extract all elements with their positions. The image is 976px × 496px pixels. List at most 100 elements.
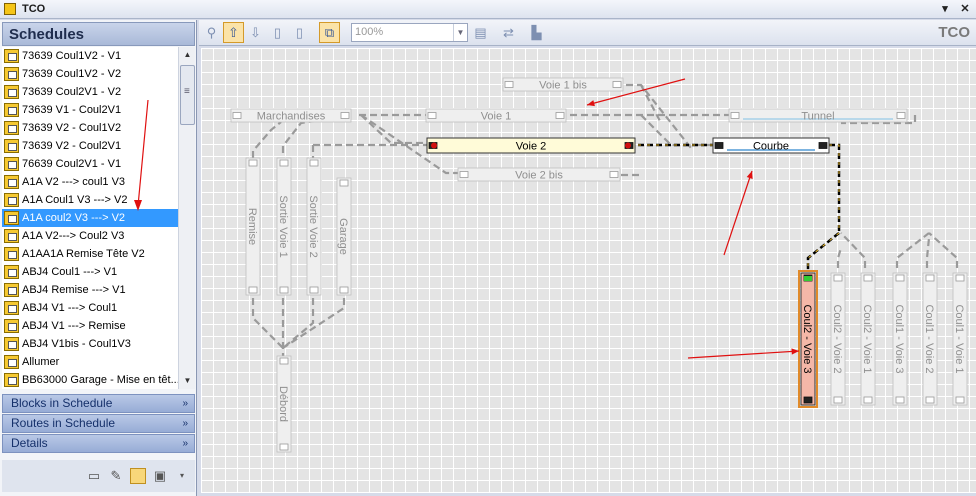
- block-label: Sortie Voie 1: [277, 195, 289, 257]
- block-voie2bis[interactable]: Voie 2 bis: [457, 167, 621, 182]
- block-coul1v1[interactable]: Coul1 - Voie 1: [952, 272, 968, 406]
- fit-icon[interactable]: ▤: [470, 22, 491, 43]
- factory-icon[interactable]: ▙: [526, 22, 547, 43]
- block-end-marker-icon: [612, 81, 622, 88]
- schedule-list-item[interactable]: ABJ4 Remise ---> V1: [2, 281, 178, 299]
- block-end-marker-icon: [833, 274, 843, 282]
- block-end-marker-icon: [248, 286, 258, 294]
- block-label: Coul2 - Voie 2: [831, 304, 843, 373]
- block-end-marker-icon: [925, 396, 935, 404]
- tco-pane: ⚲ ⇧ ⇩ ▯ ▯ ⧉ 100% ▼ ▤ ⇄ ▙ TCO Voie 1 bis M…: [199, 20, 976, 496]
- schedule-list-item[interactable]: BB63000 Garage - Mise en têt...: [2, 371, 178, 389]
- pencil-icon[interactable]: ✎: [108, 468, 124, 484]
- block-end-marker-icon: [925, 274, 935, 282]
- route-icon[interactable]: ⇄: [498, 22, 519, 43]
- chevron-down-icon[interactable]: »: [182, 415, 188, 432]
- routes-in-schedule-panel[interactable]: Routes in Schedule »: [2, 414, 195, 433]
- block-coul1v2[interactable]: Coul1 - Voie 2: [922, 272, 938, 406]
- block-small-icon[interactable]: ▯: [267, 22, 288, 43]
- track-segment: [840, 232, 867, 268]
- signal-red-icon: [431, 142, 437, 149]
- block-voie1[interactable]: Voie 1: [425, 108, 567, 123]
- block-label: Sortie Voie 2: [307, 195, 319, 257]
- block-end-marker-icon: [955, 396, 965, 404]
- track-segment: [895, 232, 930, 268]
- signal-red-icon: [625, 142, 631, 149]
- schedule-list-item[interactable]: ABJ4 Coul1 ---> V1: [2, 263, 178, 281]
- schedule-list-item-label: A1AA1A Remise Tête V2: [22, 248, 145, 260]
- block-coul1v3[interactable]: Coul1 - Voie 3: [892, 272, 908, 406]
- block-sortie2[interactable]: Sortie Voie 2: [306, 157, 322, 296]
- panel-toolbar: ▭ ✎ ▣ ▾: [2, 460, 195, 492]
- block-end-marker-icon: [896, 112, 906, 119]
- block-label: Courbe: [753, 141, 789, 153]
- schedule-list-item[interactable]: A1AA1A Remise Tête V2: [2, 245, 178, 263]
- locate-icon[interactable]: ⚲: [201, 22, 222, 43]
- active-route-track: [806, 232, 840, 270]
- block-end-marker-icon: [818, 142, 828, 149]
- details-panel[interactable]: Details »: [2, 434, 195, 453]
- blocks-in-schedule-panel[interactable]: Blocks in Schedule »: [2, 394, 195, 413]
- chevron-down-icon[interactable]: ▼: [453, 24, 467, 41]
- block-label: Débord: [277, 386, 289, 422]
- schedule-list-item-label: ABJ4 Remise ---> V1: [22, 284, 126, 296]
- block-label: Coul2 - Voie 1: [861, 304, 873, 373]
- details-label: Details: [11, 436, 48, 450]
- schedule-list-item[interactable]: ABJ4 V1 ---> Coul1: [2, 299, 178, 317]
- block-end-marker-icon: [279, 159, 289, 167]
- block-end-marker-icon: [730, 112, 740, 119]
- block-debord[interactable]: Débord: [276, 355, 292, 453]
- block-coul2v1[interactable]: Coul2 - Voie 1: [860, 272, 876, 406]
- schedule-annotation-arrow: [134, 99, 149, 211]
- block-tall-icon[interactable]: ▯: [289, 22, 310, 43]
- block-label: Coul2 - Voie 3: [801, 304, 813, 373]
- block-label: Voie 2: [516, 141, 547, 153]
- block-marchandises[interactable]: Marchandises: [230, 108, 352, 123]
- block-icon[interactable]: ▭: [86, 468, 102, 484]
- track-segment: [928, 232, 959, 268]
- block-end-marker-icon: [279, 443, 289, 451]
- block-voie1bis[interactable]: Voie 1 bis: [502, 77, 624, 92]
- schedule-icon[interactable]: [130, 468, 146, 484]
- active-route-highlight: [807, 232, 840, 270]
- close-button[interactable]: ✕: [958, 2, 972, 16]
- schedule-list-item[interactable]: Allumer: [2, 353, 178, 371]
- schedule-edit-icon[interactable]: ▣: [152, 468, 168, 484]
- block-end-marker-icon: [340, 112, 350, 119]
- network-icon[interactable]: ⧉: [319, 22, 340, 43]
- arrow-up-icon[interactable]: ⇧: [223, 22, 244, 43]
- pin-button[interactable]: ▾: [938, 2, 952, 16]
- block-label: Voie 1: [481, 111, 512, 123]
- block-coul2v2[interactable]: Coul2 - Voie 2: [830, 272, 846, 406]
- tco-label: TCO: [938, 24, 970, 41]
- arrow-down-icon[interactable]: ⇩: [245, 22, 266, 43]
- block-end-marker-icon: [309, 159, 319, 167]
- block-courbe[interactable]: Courbe: [712, 137, 830, 154]
- track-segment: [836, 247, 843, 268]
- block-end-marker-icon: [427, 112, 437, 119]
- block-voie2[interactable]: Voie 2: [426, 137, 636, 154]
- chevron-down-icon[interactable]: »: [182, 395, 188, 412]
- overflow-chevron-icon[interactable]: ▾: [174, 468, 190, 484]
- block-end-marker-icon: [279, 357, 289, 365]
- track-segment: [251, 298, 284, 349]
- schedule-icon: [4, 373, 19, 387]
- tco-toolbar: ⚲ ⇧ ⇩ ▯ ▯ ⧉ 100% ▼ ▤ ⇄ ▙ TCO: [199, 20, 976, 46]
- chevron-down-icon[interactable]: »: [182, 435, 188, 452]
- block-sortie1[interactable]: Sortie Voie 1: [276, 157, 292, 296]
- block-coul2v3[interactable]: Coul2 - Voie 3: [798, 270, 818, 408]
- schedule-list-item[interactable]: ABJ4 V1bis - Coul1V3: [2, 335, 178, 353]
- block-end-marker-icon: [714, 142, 724, 149]
- scroll-down-arrow-icon[interactable]: ▼: [179, 373, 196, 389]
- block-end-marker-icon: [248, 159, 258, 167]
- block-remise[interactable]: Remise: [245, 157, 261, 296]
- zoom-select[interactable]: 100% ▼: [351, 23, 468, 42]
- block-garage[interactable]: Garage: [336, 177, 352, 296]
- schedule-list-item-label: ABJ4 V1bis - Coul1V3: [22, 338, 131, 350]
- schedule-list-item[interactable]: ABJ4 V1 ---> Remise: [2, 317, 178, 335]
- block-end-marker-icon: [232, 112, 242, 119]
- block-end-marker-icon: [609, 171, 619, 178]
- block-end-marker-icon: [339, 179, 349, 187]
- block-tunnel[interactable]: Tunnel: [728, 108, 908, 123]
- track-diagram-canvas[interactable]: Voie 1 bis Marchandises Voie 1 Tunnel Voie 2…: [201, 48, 976, 493]
